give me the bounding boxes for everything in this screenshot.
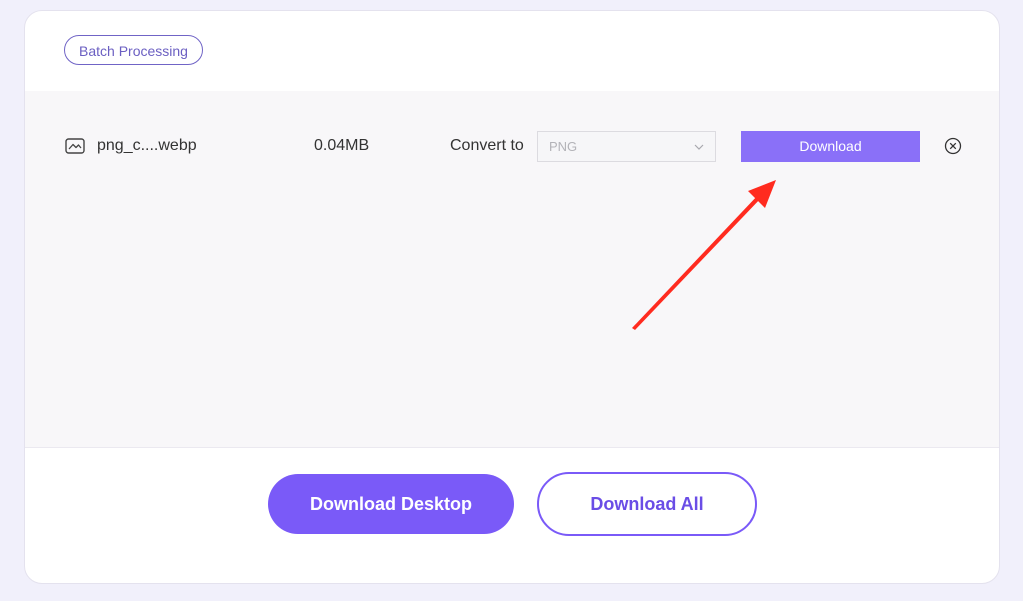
close-circle-icon[interactable] bbox=[944, 137, 962, 155]
format-select[interactable]: PNG bbox=[537, 131, 716, 162]
download-all-button[interactable]: Download All bbox=[537, 472, 757, 536]
format-select-value: PNG bbox=[549, 139, 578, 154]
file-row: png_c....webp 0.04MB Convert to PNG Down… bbox=[25, 131, 999, 163]
batch-processing-tag[interactable]: Batch Processing bbox=[64, 35, 203, 65]
image-file-icon bbox=[65, 138, 85, 154]
file-name: png_c....webp bbox=[97, 137, 197, 154]
bottom-actions: Download Desktop Download All bbox=[25, 448, 999, 583]
convert-to-label: Convert to bbox=[450, 137, 524, 154]
download-desktop-button[interactable]: Download Desktop bbox=[268, 474, 514, 534]
download-button[interactable]: Download bbox=[741, 131, 920, 162]
file-size: 0.04MB bbox=[314, 137, 370, 154]
chevron-down-icon bbox=[694, 144, 704, 150]
converter-card: Batch Processing png_c....webp 0.04MB Co… bbox=[24, 10, 1000, 584]
file-list-area: png_c....webp 0.04MB Convert to PNG Down… bbox=[25, 91, 999, 448]
